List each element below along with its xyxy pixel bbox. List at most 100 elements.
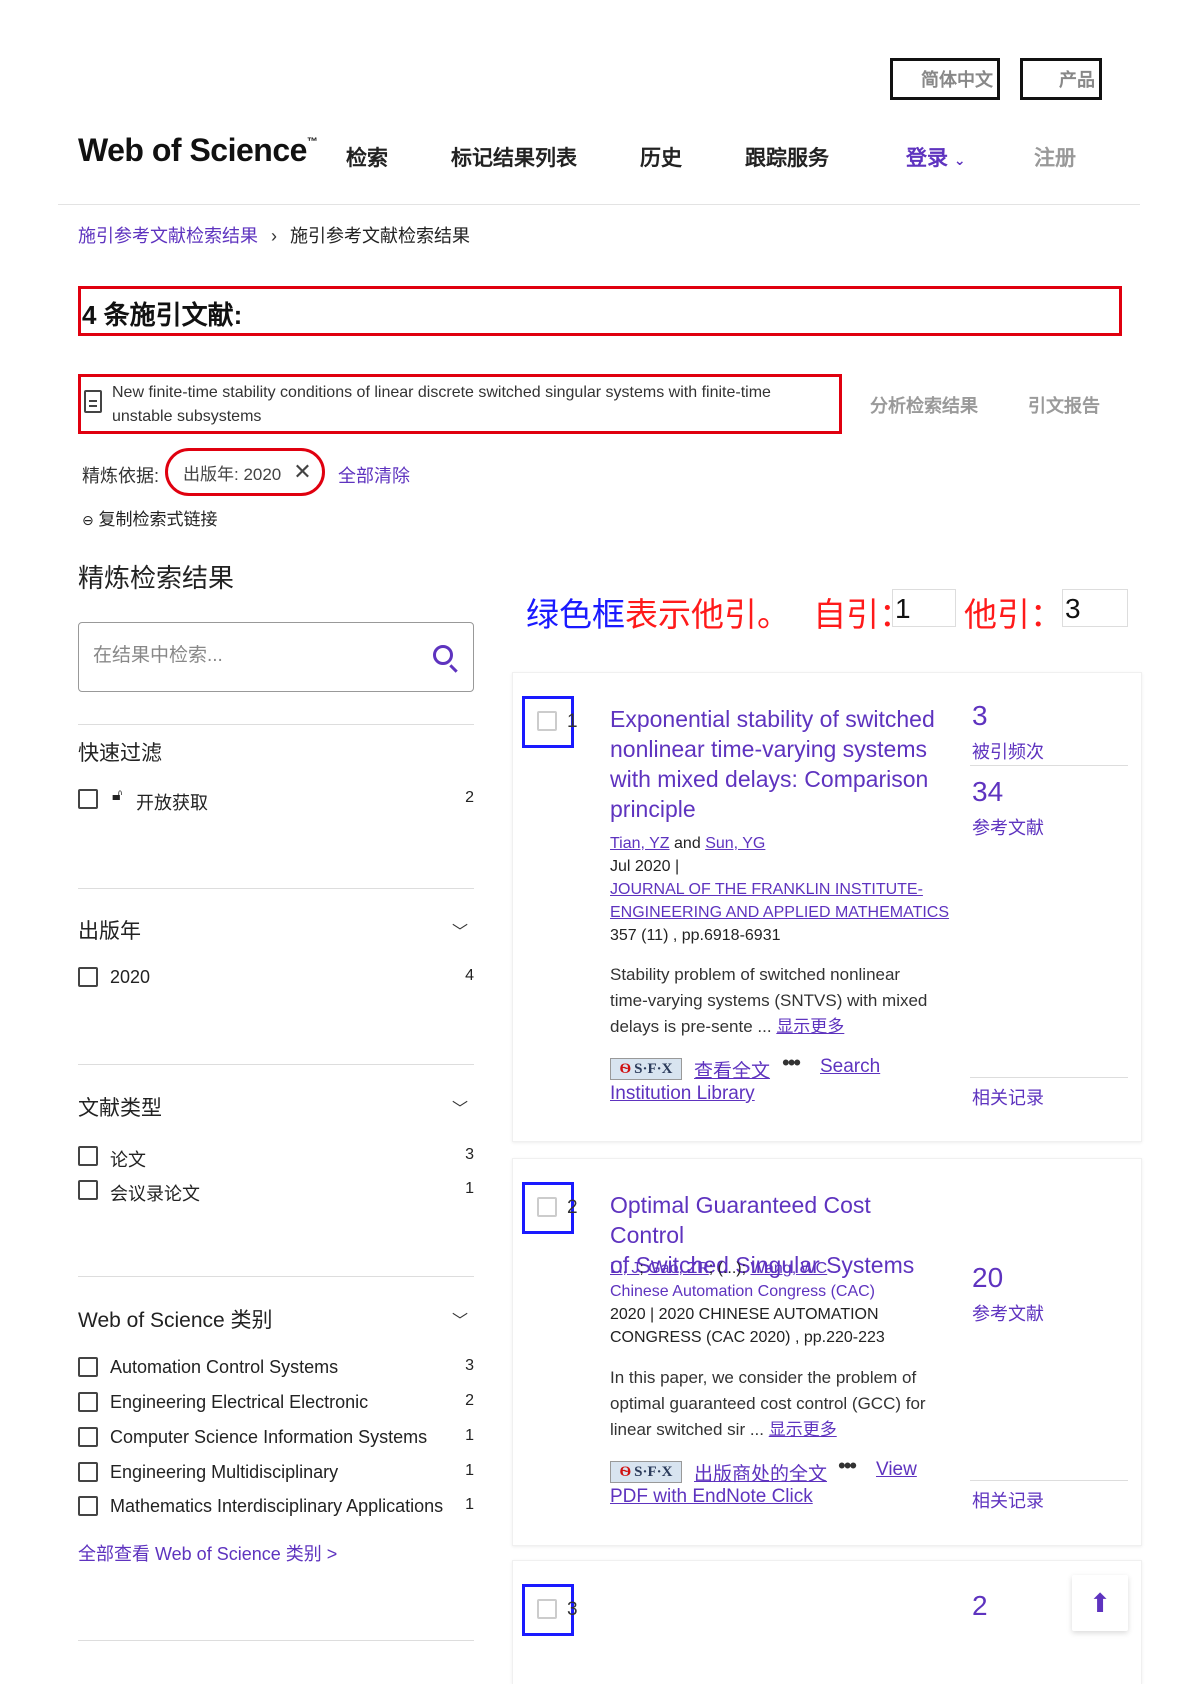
view-pdf-link[interactable]: View: [876, 1459, 917, 1481]
more-options-icon[interactable]: •••: [782, 1050, 801, 1076]
register-link[interactable]: 注册: [1034, 142, 1076, 172]
refine-label: 精炼依据:: [82, 466, 160, 486]
authors-ellipsis[interactable]: (...): [718, 1260, 742, 1277]
checkbox[interactable]: [78, 1180, 98, 1200]
filter-item-category[interactable]: Engineering Multidisciplinary 1: [78, 1460, 474, 1486]
abstract-line: delays is pre-sente ...: [610, 1017, 772, 1036]
filter-item-open-access[interactable]: 🔓︎ 开放获取 2: [78, 787, 474, 813]
sfx-icon: Ѳ: [619, 1060, 632, 1077]
language-button[interactable]: 简体中文: [890, 58, 1000, 100]
filter-item-2020[interactable]: 2020 4: [78, 965, 474, 991]
result-title[interactable]: Exponential stability of switched nonlin…: [610, 704, 940, 824]
result-checkbox[interactable]: [537, 711, 557, 731]
citation-report-button[interactable]: 引文报告: [1028, 392, 1100, 418]
references-count[interactable]: 2: [972, 1590, 988, 1622]
chevron-down-icon[interactable]: ﹀: [452, 1095, 468, 1119]
divider: [78, 724, 474, 725]
view-pdf-link[interactable]: PDF with EndNote Click: [610, 1486, 813, 1508]
author-link[interactable]: Gao, ZR: [648, 1260, 708, 1277]
divider: [78, 1276, 474, 1277]
annotation-text: 绿色框表示他引。 自引：: [526, 588, 912, 636]
other-cite-label: 他引：: [964, 596, 1063, 633]
arrow-up-icon: ⬆: [1089, 1587, 1111, 1618]
more-options-icon[interactable]: •••: [838, 1453, 857, 1479]
search-icon[interactable]: [433, 645, 453, 665]
nav-history[interactable]: 历史: [640, 142, 682, 172]
filter-item-category[interactable]: Engineering Electrical Electronic 2: [78, 1390, 474, 1416]
checkbox[interactable]: [78, 967, 98, 987]
chevron-down-icon[interactable]: ﹀: [452, 1307, 468, 1331]
filter-chip-label: 出版年: 2020: [183, 464, 282, 484]
related-records-link[interactable]: 相关记录: [972, 1487, 1044, 1513]
result-meta: Tian, YZ and Sun, YG Jul 2020 | JOURNAL …: [610, 832, 949, 947]
result-checkbox[interactable]: [537, 1197, 557, 1217]
show-more-link[interactable]: 显示更多: [776, 1017, 844, 1036]
checkbox[interactable]: [78, 789, 98, 809]
show-more-link[interactable]: 显示更多: [769, 1420, 837, 1439]
proceedings-line: 2020 | 2020 CHINESE AUTOMATION: [610, 1306, 879, 1323]
analyze-results-button[interactable]: 分析检索结果: [870, 392, 978, 418]
products-button[interactable]: 产品: [1020, 58, 1102, 100]
nav-alerts[interactable]: 跟踪服务: [745, 142, 829, 172]
nav-search[interactable]: 检索: [346, 142, 388, 172]
chevron-down-icon[interactable]: ﹀: [452, 918, 468, 942]
sfx-button[interactable]: Ѳ S·F·X: [610, 1461, 682, 1483]
nav-marked-list[interactable]: 标记结果列表: [451, 142, 577, 172]
chevron-down-icon: ⌄: [953, 152, 966, 168]
filter-label: 会议录论文: [110, 1184, 200, 1204]
brand-logo[interactable]: Web of Science™: [78, 132, 318, 169]
breadcrumb-separator: ›: [271, 226, 278, 246]
filter-chip-year[interactable]: 出版年: 2020 ✕: [165, 448, 325, 496]
title-line: Optimal Guaranteed Cost Control: [610, 1192, 871, 1248]
conference-link[interactable]: Chinese Automation Congress (CAC): [610, 1280, 885, 1303]
divider: [970, 1077, 1128, 1078]
related-records-link[interactable]: 相关记录: [972, 1084, 1044, 1110]
quick-filter-title: 快速过滤: [78, 742, 162, 765]
annotation-part1: 绿色框: [526, 596, 625, 633]
and-text: and: [674, 835, 701, 852]
filter-item-category[interactable]: Computer Science Information Systems 1: [78, 1425, 474, 1451]
filter-item-article[interactable]: 论文 3: [78, 1144, 474, 1170]
doc-type-title: 文献类型: [78, 1097, 162, 1120]
refine-search-input[interactable]: [93, 645, 413, 667]
author-link[interactable]: Tian, YZ: [610, 835, 670, 852]
back-to-top-button[interactable]: ⬆: [1072, 1575, 1128, 1631]
filter-count: 2: [465, 1392, 474, 1409]
filter-item-proceedings[interactable]: 会议录论文 1: [78, 1178, 474, 1204]
result-number: 1: [567, 711, 578, 732]
checkbox[interactable]: [78, 1462, 98, 1482]
author-link[interactable]: Wang, WC: [750, 1260, 827, 1277]
sfx-button[interactable]: Ѳ S·F·X: [610, 1058, 682, 1080]
checkbox[interactable]: [78, 1357, 98, 1377]
filter-item-category[interactable]: Automation Control Systems 3: [78, 1355, 474, 1381]
author-link[interactable]: Li, J: [610, 1260, 639, 1277]
references-count[interactable]: 34: [972, 776, 1003, 808]
breadcrumb-parent[interactable]: 施引参考文献检索结果: [78, 226, 258, 246]
filter-count: 1: [465, 1180, 474, 1197]
publisher-full-text-link[interactable]: 出版商处的全文: [694, 1459, 827, 1486]
copy-query-link[interactable]: ⊖ 复制检索式链接: [82, 505, 217, 530]
author-link[interactable]: Sun, YG: [705, 835, 765, 852]
references-label: 参考文献: [972, 818, 1044, 838]
login-menu[interactable]: 登录 ⌄: [906, 142, 966, 172]
full-text-link[interactable]: 查看全文: [694, 1056, 770, 1083]
result-checkbox[interactable]: [537, 1599, 557, 1619]
times-cited-label: 被引频次: [972, 742, 1044, 762]
close-icon[interactable]: ✕: [293, 459, 311, 485]
brand-tm: ™: [306, 136, 318, 148]
times-cited-count[interactable]: 3: [972, 700, 988, 732]
journal-link[interactable]: ENGINEERING AND APPLIED MATHEMATICS: [610, 901, 949, 924]
checkbox[interactable]: [78, 1146, 98, 1166]
references-count[interactable]: 20: [972, 1262, 1003, 1294]
see-all-categories-link[interactable]: 全部查看 Web of Science 类别 >: [78, 1540, 337, 1566]
refine-search-box: [78, 622, 474, 692]
clear-all-link[interactable]: 全部清除: [338, 462, 410, 488]
checkbox[interactable]: [78, 1392, 98, 1412]
filter-item-category[interactable]: Mathematics Interdisciplinary Applicatio…: [78, 1494, 474, 1520]
checkbox[interactable]: [78, 1496, 98, 1516]
brand-text: Web of Science: [78, 132, 307, 168]
search-library-link[interactable]: Institution Library: [610, 1083, 755, 1105]
journal-link[interactable]: JOURNAL OF THE FRANKLIN INSTITUTE-: [610, 878, 949, 901]
checkbox[interactable]: [78, 1427, 98, 1447]
search-library-link[interactable]: Search: [820, 1056, 880, 1078]
